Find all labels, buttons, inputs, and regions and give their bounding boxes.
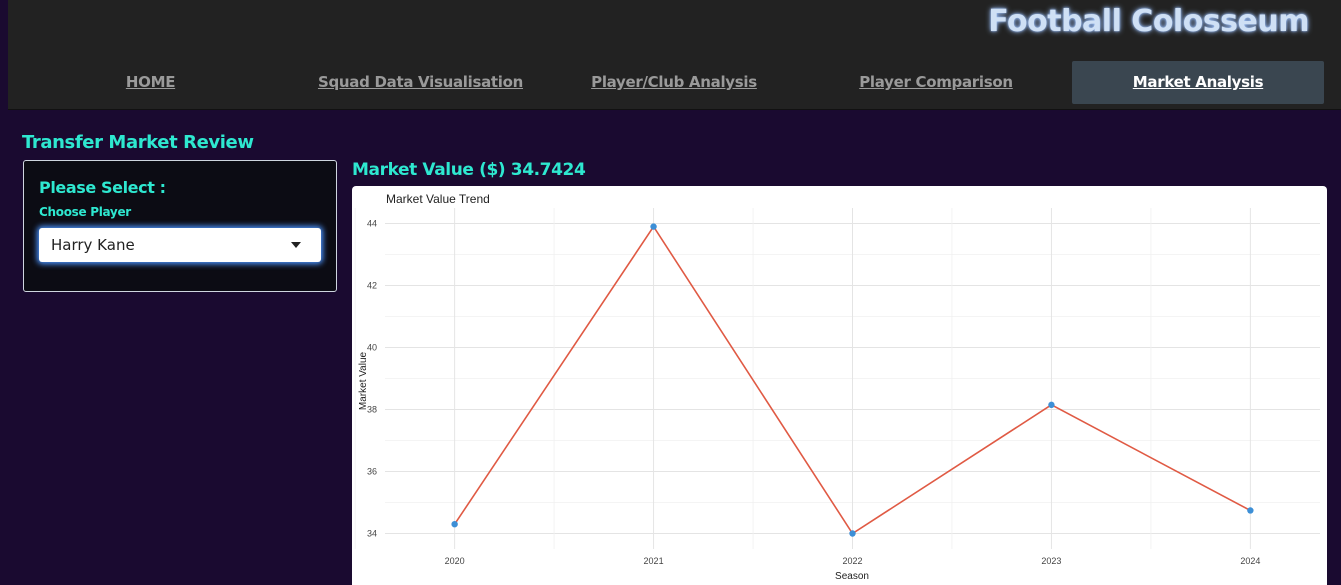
app-brand: Football Colosseum — [988, 4, 1309, 39]
chart-title: Market Value Trend — [386, 192, 490, 206]
data-point — [849, 530, 856, 537]
data-point — [1247, 507, 1254, 514]
player-select[interactable]: Harry Kane — [39, 228, 321, 262]
market-value-chart: 34 36 38 40 42 44 2020 2021 2022 2023 2024 Market V… — [352, 186, 1327, 585]
y-axis-label: Market Value — [358, 351, 369, 410]
page-title: Transfer Market Review — [22, 132, 254, 153]
y-tick-label: 34 — [367, 529, 377, 539]
data-point — [650, 223, 657, 230]
y-tick-label: 42 — [367, 281, 377, 291]
x-tick-label: 2024 — [1240, 556, 1260, 566]
nav-market-analysis[interactable]: Market Analysis — [1072, 61, 1324, 104]
main-nav: HOME Squad Data Visualisation Player/Clu… — [8, 61, 1341, 104]
y-tick-label: 36 — [367, 467, 377, 477]
data-point — [1048, 401, 1055, 409]
panel-heading: Please Select : — [39, 178, 166, 197]
player-select-value: Harry Kane — [51, 236, 135, 254]
selection-panel: Please Select : Choose Player Harry Kane — [23, 160, 337, 292]
market-value-title: Market Value ($) 34.7424 — [352, 160, 586, 180]
x-tick-label: 2022 — [842, 556, 862, 566]
chart-svg: 3436384042442020 2021 2022 2023 2024Market V… — [354, 192, 1320, 582]
y-tick-label: 40 — [367, 343, 377, 353]
data-point — [451, 521, 458, 528]
x-tick-label: 2020 — [445, 556, 465, 566]
nav-home[interactable]: HOME — [63, 61, 238, 104]
y-tick-label: 44 — [367, 219, 377, 229]
top-bar: Football Colosseum HOME Squad Data Visua… — [8, 0, 1341, 110]
x-axis-label: Season — [835, 571, 869, 582]
nav-player-club-analysis[interactable]: Player/Club Analysis — [578, 61, 770, 104]
x-tick-label: 2021 — [644, 556, 664, 566]
chevron-down-icon[interactable] — [291, 242, 301, 248]
nav-squad-data-visualisation[interactable]: Squad Data Visualisation — [308, 61, 533, 104]
choose-player-label: Choose Player — [39, 205, 131, 219]
nav-player-comparison[interactable]: Player Comparison — [846, 61, 1026, 104]
x-tick-label: 2023 — [1041, 556, 1061, 566]
